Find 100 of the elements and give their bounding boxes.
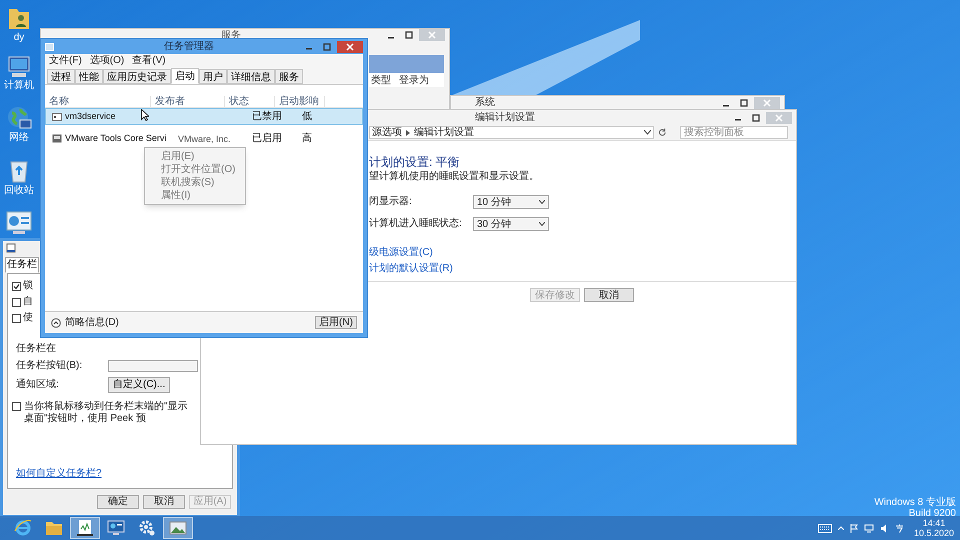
impact-text: 低 xyxy=(301,111,313,122)
desktop-icon-label: 计算机 xyxy=(4,80,34,92)
computer-icon[interactable] xyxy=(6,55,32,79)
dropdown-field[interactable] xyxy=(108,360,198,372)
keyboard-icon[interactable] xyxy=(818,524,832,532)
chevron-right-icon xyxy=(406,130,410,136)
dropdown-field[interactable]: 10 分钟 xyxy=(473,195,549,209)
window-icon xyxy=(52,112,62,120)
close-icon xyxy=(428,31,436,39)
column-header[interactable]: 发布者 xyxy=(151,96,225,106)
chevron-up-icon[interactable] xyxy=(838,526,844,530)
task-manager-icon xyxy=(45,42,54,50)
dropdown-icon xyxy=(539,200,545,204)
column-header[interactable]: 登录为 xyxy=(399,74,429,86)
help-link[interactable]: 如何自定义任务栏? xyxy=(16,468,228,480)
close-icon xyxy=(775,114,783,122)
plan-description: 望计算机使用的睡眠设置和显示设置。 xyxy=(369,171,540,183)
startup-row[interactable]: vm3dservice 已禁用 低 xyxy=(45,108,363,125)
app-name: VMware Tools Core Servi xyxy=(65,132,166,144)
window-title: 任务管理器 xyxy=(164,40,214,52)
desktop-icon-label: dy xyxy=(14,32,24,44)
clock-date[interactable]: 10.5.2020 xyxy=(914,528,954,538)
setting-label: 通知区域: xyxy=(16,378,60,390)
window-title: 编辑计划设置 xyxy=(475,112,535,124)
setting-label: 任务栏在 xyxy=(16,342,57,354)
tab[interactable]: 服务 xyxy=(275,69,303,84)
checkbox-label: 自 xyxy=(23,296,33,308)
application-icon xyxy=(52,134,62,142)
desktop-icon-label: 网络 xyxy=(9,132,29,144)
tab[interactable]: 性能 xyxy=(75,69,103,84)
folder-icon xyxy=(45,520,63,536)
menu-item[interactable]: 联机搜索(S) xyxy=(145,176,236,189)
column-header[interactable]: 状态 xyxy=(225,96,275,106)
tab[interactable]: 进程 xyxy=(47,69,75,84)
dropdown-icon[interactable] xyxy=(644,130,651,135)
enable-button[interactable]: 启用(N) xyxy=(315,316,357,329)
maximize-icon xyxy=(323,42,331,50)
menu-item[interactable]: 查看(V) xyxy=(132,54,166,66)
column-header[interactable]: 名称 xyxy=(45,96,151,106)
checkbox[interactable] xyxy=(12,298,21,306)
minimize-icon xyxy=(306,48,312,50)
status-text: 已启用 xyxy=(251,132,283,144)
app-name: vm3dservice xyxy=(65,111,116,122)
status-text: 已禁用 xyxy=(251,111,283,122)
taskbar-icon xyxy=(6,243,16,253)
menu-item[interactable]: 选项(O) xyxy=(90,54,124,66)
monitor-icon xyxy=(107,520,125,536)
plan-heading: 计划的设置: 平衡 xyxy=(369,155,461,169)
network-icon[interactable] xyxy=(864,524,874,532)
refresh-icon[interactable] xyxy=(658,128,666,137)
setting-label: 任务栏按钮(B): xyxy=(16,360,84,372)
menu-item[interactable]: 属性(I) xyxy=(145,189,236,202)
task-manager-icon xyxy=(76,519,94,537)
dropdown-icon xyxy=(539,222,545,226)
details-toggle[interactable]: 简略信息(D) xyxy=(51,317,119,328)
flag-icon[interactable] xyxy=(850,524,858,532)
setting-label: 计算机进入睡眠状态: xyxy=(369,218,463,230)
menu-item[interactable]: 启用(E) xyxy=(145,150,236,163)
breadcrumb-item[interactable]: 编辑计划设置 xyxy=(414,127,474,138)
control-panel-icon[interactable] xyxy=(5,210,33,236)
minimize-icon xyxy=(723,104,729,106)
tab[interactable]: 任务栏 xyxy=(5,257,39,273)
dropdown-field[interactable]: 30 分钟 xyxy=(473,217,549,231)
checkbox[interactable] xyxy=(12,402,21,411)
menu-item[interactable]: 打开文件位置(O) xyxy=(145,163,236,176)
picture-icon xyxy=(169,520,187,536)
language-icon[interactable] xyxy=(894,524,904,532)
globe-icon[interactable] xyxy=(6,105,32,131)
clock-time[interactable]: 14:41 xyxy=(922,518,946,528)
close-button[interactable] xyxy=(337,40,363,52)
address-bar[interactable]: 源选项 编辑计划设置 xyxy=(369,126,654,139)
search-field[interactable]: 搜索控制面板 xyxy=(680,126,788,139)
settings-link[interactable]: 计划的默认设置(R) xyxy=(369,263,453,275)
publisher-text: VMware, Inc. xyxy=(178,134,231,144)
tab[interactable]: 应用历史记录 xyxy=(103,69,171,84)
tab[interactable]: 详细信息 xyxy=(227,69,275,84)
taskbar-button[interactable] xyxy=(70,517,100,539)
settings-link[interactable]: 级电源设置(C) xyxy=(369,247,433,259)
menu-item[interactable]: 文件(F) xyxy=(49,54,82,66)
os-version-text: Build 9200 xyxy=(908,508,956,519)
tab[interactable]: 启动 xyxy=(171,68,199,84)
minimize-icon xyxy=(735,119,741,121)
close-icon xyxy=(346,42,354,50)
dialog-button[interactable]: 确定 xyxy=(97,495,139,509)
tab[interactable]: 用户 xyxy=(199,69,227,84)
mouse-cursor-icon xyxy=(141,109,149,121)
speaker-icon[interactable] xyxy=(880,524,889,532)
dialog-button[interactable]: 取消 xyxy=(143,495,185,509)
column-header[interactable]: 类型 xyxy=(371,74,391,86)
customize-button[interactable]: 自定义(C)... xyxy=(108,376,170,392)
checkbox[interactable] xyxy=(12,314,21,322)
breadcrumb-item[interactable]: 源选项 xyxy=(372,127,402,138)
checkbox[interactable] xyxy=(12,282,21,290)
maximize-icon xyxy=(405,31,413,39)
checkbox-label: 使 xyxy=(23,312,33,324)
chevron-up-icon xyxy=(51,318,61,328)
minimize-icon xyxy=(388,36,394,38)
close-icon xyxy=(763,99,771,107)
column-header[interactable]: 启动影响 xyxy=(275,96,325,106)
dialog-button[interactable]: 取消 xyxy=(584,288,634,302)
